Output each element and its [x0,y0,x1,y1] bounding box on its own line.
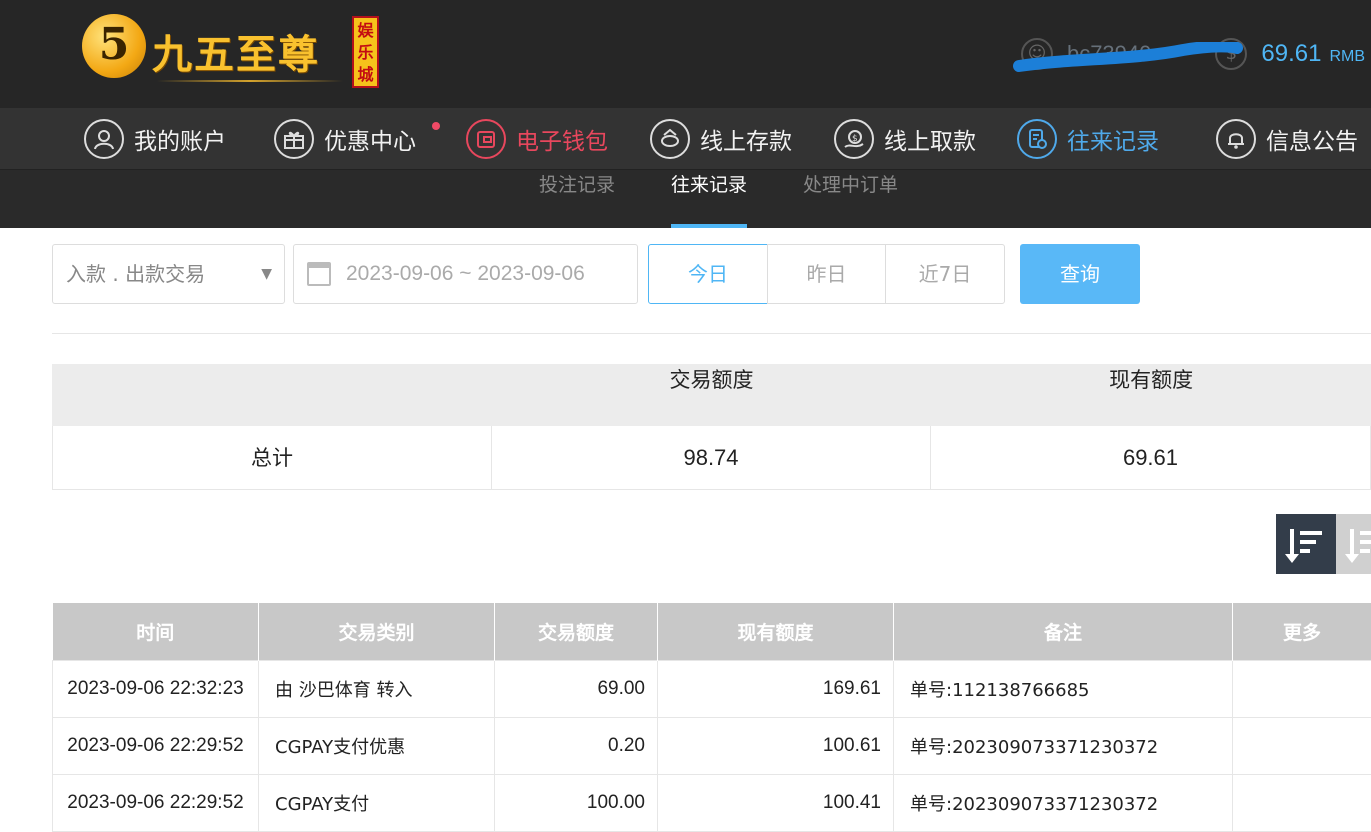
logo-text: 九五至尊 [152,22,352,80]
nav-item-transaction-records[interactable]: 往来记录 [1017,108,1159,170]
logo-tag: 娱乐城 [352,16,379,88]
top-header: 5 九五至尊 娱乐城 ☺ bc73940 $ 69.61 RMB [0,0,1371,108]
table-row: 2023-09-06 22:29:52 CGPAY支付 100.00 100.4… [53,774,1371,831]
col-header-time[interactable]: 时间 [53,603,259,660]
table-row: 2023-09-06 22:32:23 由 沙巴体育 转入 69.00 169.… [53,660,1371,717]
summary-table: 交易额度 现有额度 总计 98.74 69.61 [52,364,1371,490]
nav-label: 往来记录 [1067,122,1159,156]
cell-more[interactable] [1233,774,1371,831]
withdraw-icon: $ [834,119,874,159]
nav-label: 信息公告 [1266,122,1358,156]
records-icon [1017,119,1057,159]
summary-row: 总计 98.74 69.61 [52,426,1371,490]
nav-item-promotions[interactable]: 优惠中心 [274,108,416,170]
nav-label: 线上存款 [700,122,792,156]
last-7-days-button[interactable]: 近7日 [885,244,1005,304]
section-divider [52,333,1371,334]
logo-mark: 5 [82,14,146,78]
transaction-table: 时间 交易类别 交易额度 现有额度 备注 更多 2023-09-06 22:32… [52,603,1371,832]
select-value: 入款 . 出款交易 [66,262,205,286]
cell-time: 2023-09-06 22:29:52 [53,774,259,831]
cell-note: 单号:202309073371230372 [894,717,1233,774]
logo-tag-text: 娱乐城 [358,20,374,86]
user-area: ☺ bc73940 $ 69.61 RMB [1021,30,1371,78]
summary-header-blank [52,364,492,426]
logo-ornament [157,80,343,82]
deposit-icon [650,119,690,159]
col-header-balance[interactable]: 现有额度 [658,603,894,660]
bell-icon [1216,119,1256,159]
cell-note: 单号:112138766685 [894,660,1233,717]
cell-note: 单号:202309073371230372 [894,774,1233,831]
calendar-icon [307,262,331,286]
svg-text:$: $ [852,134,858,144]
cell-amount: 100.00 [495,774,658,831]
tab-bet-records[interactable]: 投注记录 [539,170,615,228]
transaction-type-select[interactable]: 入款 . 出款交易 ▼ [52,244,285,304]
cell-balance: 100.61 [658,717,894,774]
col-header-more[interactable]: 更多 [1233,603,1371,660]
summary-total-balance: 69.61 [931,426,1370,489]
nav-item-e-wallet[interactable]: 电子钱包 [466,108,608,170]
query-button[interactable]: 查询 [1020,244,1140,304]
col-header-amount[interactable]: 交易额度 [495,603,658,660]
nav-item-online-withdraw[interactable]: $ 线上取款 [834,108,976,170]
nav-item-announcements[interactable]: 信息公告 [1216,108,1358,170]
redaction-scribble [1013,42,1243,72]
summary-total-amount: 98.74 [492,426,931,489]
sort-descending-icon [1288,527,1324,561]
main-nav: 我的账户 优惠中心 电子钱包 线上存款 $ 线上取款 往来记录 信息 [0,108,1371,170]
tab-transaction-records[interactable]: 往来记录 [671,170,747,228]
cell-amount: 0.20 [495,717,658,774]
date-range-input[interactable]: 2023-09-06 ~ 2023-09-06 [293,244,638,304]
summary-header-balance: 现有额度 [931,364,1371,426]
col-header-type[interactable]: 交易类别 [259,603,495,660]
sort-ascending-button[interactable] [1336,514,1371,574]
nav-label: 电子钱包 [516,122,608,156]
wallet-icon [466,119,506,159]
cell-more[interactable] [1233,660,1371,717]
sort-descending-button[interactable] [1276,514,1336,574]
nav-label: 我的账户 [134,122,226,156]
cell-balance: 100.41 [658,774,894,831]
account-balance: 69.61 [1261,40,1321,68]
nav-label: 线上取款 [884,122,976,156]
nav-item-online-deposit[interactable]: 线上存款 [650,108,792,170]
cell-time: 2023-09-06 22:32:23 [53,660,259,717]
date-range-value: 2023-09-06 ~ 2023-09-06 [346,262,585,285]
cell-type: CGPAY支付优惠 [259,717,495,774]
cell-type: CGPAY支付 [259,774,495,831]
tab-pending-orders[interactable]: 处理中订单 [803,170,898,228]
yesterday-button[interactable]: 昨日 [767,244,886,304]
cell-more[interactable] [1233,717,1371,774]
summary-total-label: 总计 [53,426,492,489]
col-header-note[interactable]: 备注 [894,603,1233,660]
balance-currency: RMB [1329,48,1365,66]
nav-item-my-account[interactable]: 我的账户 [84,108,226,170]
user-icon [84,119,124,159]
table-row: 2023-09-06 22:29:52 CGPAY支付优惠 0.20 100.6… [53,717,1371,774]
cell-balance: 169.61 [658,660,894,717]
cell-type: 由 沙巴体育 转入 [259,660,495,717]
nav-label: 优惠中心 [324,122,416,156]
sort-ascending-icon [1348,527,1371,561]
summary-header: 交易额度 现有额度 [52,364,1371,426]
summary-header-amount: 交易额度 [492,364,932,426]
cell-amount: 69.00 [495,660,658,717]
table-header-row: 时间 交易类别 交易额度 现有额度 备注 更多 [53,603,1371,660]
gift-icon [274,119,314,159]
cell-time: 2023-09-06 22:29:52 [53,717,259,774]
notification-dot [432,122,440,130]
caret-down-icon: ▼ [261,245,272,303]
sub-nav: 投注记录 往来记录 处理中订单 [0,170,1371,228]
today-button[interactable]: 今日 [648,244,768,304]
